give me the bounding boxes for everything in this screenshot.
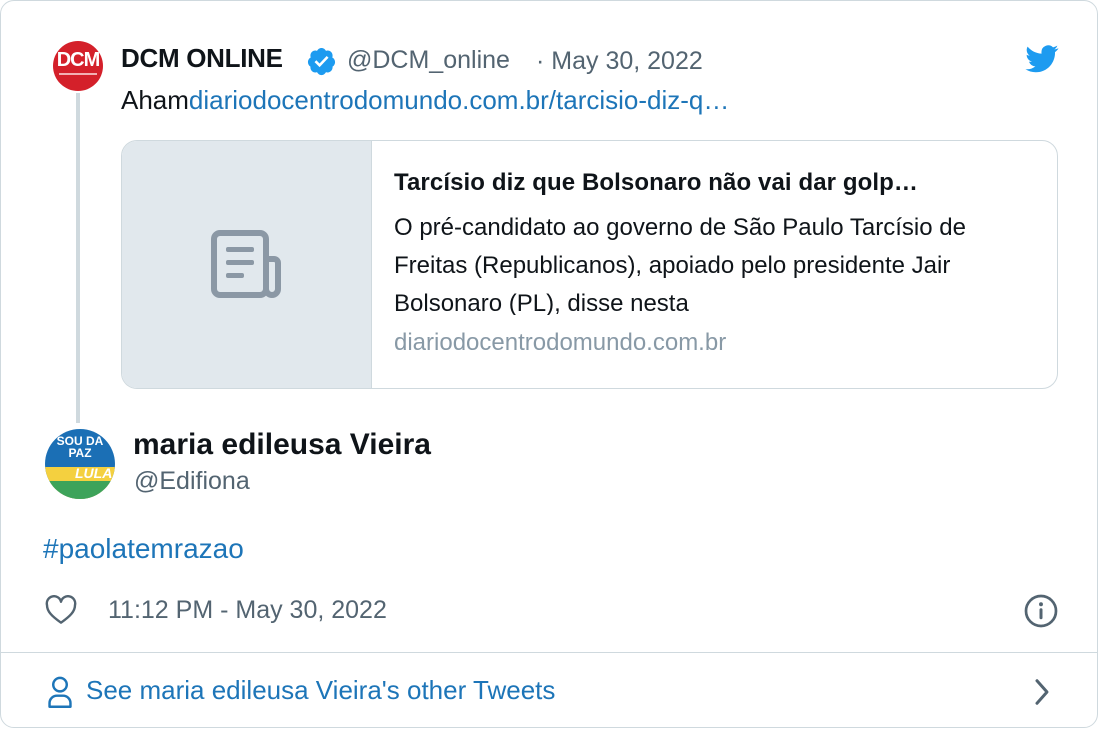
parent-author-handle[interactable]: @DCM_online — [347, 46, 510, 75]
parent-author-avatar[interactable]: DCM — [53, 41, 103, 91]
avatar-text-top: SOU DA PAZ — [56, 434, 104, 460]
parent-tweet-text: Ahamdiariodocentrodomundo.com.br/tarcisi… — [121, 85, 729, 116]
parent-tweet-date[interactable]: · May 30, 2022 — [536, 47, 703, 76]
parent-tweet-text-prefix: Aham — [121, 85, 189, 115]
footer-divider — [1, 652, 1097, 653]
link-preview-domain: diariodocentrodomundo.com.br — [394, 329, 727, 356]
avatar-logo-text: DCM — [56, 49, 101, 71]
link-preview-thumbnail — [122, 141, 372, 388]
person-icon — [48, 676, 72, 708]
verified-badge-icon — [307, 47, 336, 76]
link-preview-title: Tarcísio diz que Bolsonaro não vai dar g… — [394, 169, 919, 196]
document-icon — [211, 230, 281, 298]
parent-tweet-link[interactable]: diariodocentrodomundo.com.br/tarcisio-di… — [189, 85, 729, 115]
reply-author-handle[interactable]: @Edifiona — [134, 467, 250, 496]
reply-author-avatar[interactable]: SOU DA PAZ LULA — [45, 429, 115, 499]
chevron-right-icon[interactable] — [1031, 677, 1053, 707]
heart-icon[interactable] — [45, 595, 77, 625]
tweet-timestamp[interactable]: 11:12 PM - May 30, 2022 — [108, 596, 387, 625]
parent-author-name[interactable]: DCM ONLINE — [121, 43, 283, 74]
thread-connector-line — [76, 93, 80, 423]
embedded-tweet-card: DCM DCM ONLINE @DCM_online · May 30, 202… — [0, 0, 1098, 728]
avatar-logo-underline — [59, 73, 97, 75]
avatar-text-bottom: LULA — [75, 465, 113, 481]
link-preview-description: O pré-candidato ao governo de São Paulo … — [394, 214, 966, 315]
info-icon[interactable] — [1023, 593, 1059, 629]
link-preview-card[interactable]: Tarcísio diz que Bolsonaro não vai dar g… — [121, 140, 1058, 389]
avatar-green-band — [45, 481, 115, 499]
see-other-tweets-link[interactable]: See maria edileusa Vieira's other Tweets — [86, 675, 555, 706]
hashtag-link[interactable]: #paolatemrazao — [43, 533, 244, 565]
twitter-bird-icon[interactable] — [1025, 45, 1059, 73]
reply-author-name[interactable]: maria edileusa Vieira — [133, 428, 431, 462]
